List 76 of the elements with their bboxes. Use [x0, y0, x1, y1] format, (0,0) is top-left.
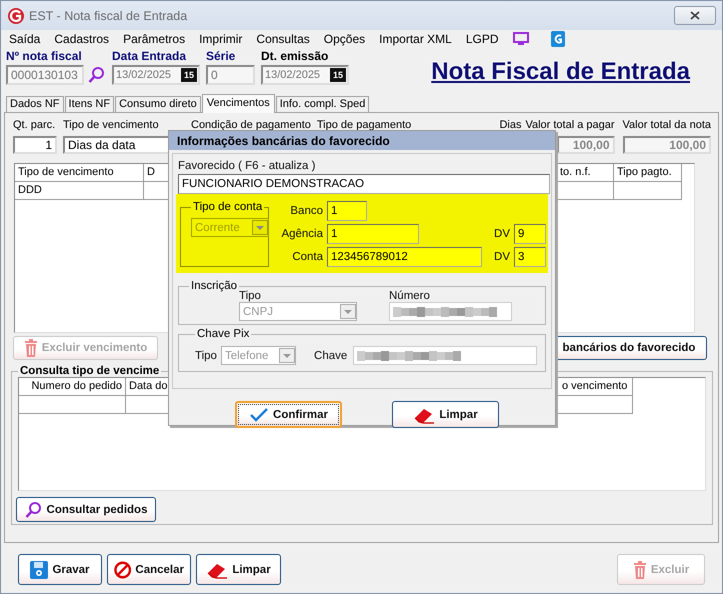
bank-field[interactable]: 1	[327, 201, 367, 221]
due-type-field[interactable]: Dias da data	[63, 136, 171, 154]
menu-item[interactable]: Saída	[9, 32, 40, 46]
clear-button[interactable]: Limpar	[392, 401, 499, 428]
group-title: Tipo de conta	[192, 201, 264, 213]
close-icon	[690, 11, 700, 20]
check-digit-field[interactable]: 9	[514, 224, 546, 244]
field-label: DV	[493, 228, 510, 240]
app-logo-icon	[7, 6, 25, 24]
field-label: Dt. emissão	[261, 49, 330, 63]
trash-icon	[632, 560, 647, 578]
cancel-button[interactable]: Cancelar	[107, 554, 191, 585]
table-cell	[614, 182, 682, 200]
field-label: Banco	[289, 205, 323, 217]
field-label: Agência	[280, 228, 323, 240]
field-label: Qt. parc.	[13, 119, 56, 132]
save-button[interactable]: Gravar	[18, 554, 102, 585]
menu-item[interactable]: Consultas	[256, 32, 310, 46]
tab[interactable]: Vencimentos	[202, 94, 275, 113]
search-orders-button[interactable]: Consultar pedidos	[16, 497, 156, 522]
tab[interactable]: Dados NF	[6, 96, 64, 112]
field-label: DV	[493, 251, 510, 263]
bank-field[interactable]: 123456789012	[327, 247, 482, 267]
dialog-title: Informações bancárias do favorecido	[177, 134, 390, 148]
invoice-number-field[interactable]: 0000130103	[6, 65, 84, 85]
date-field[interactable]: 13/02/2025 15	[261, 65, 349, 85]
field-label: Tipo	[239, 290, 262, 302]
field-label: Tipo de pagamento	[316, 119, 412, 132]
trash-icon	[24, 339, 38, 357]
calendar-icon[interactable]: 15	[181, 68, 197, 82]
window-title: EST - Nota fiscal de Entrada	[29, 8, 188, 22]
field-label: Tipo	[195, 350, 217, 362]
table-cell: DDD	[15, 182, 144, 200]
field-label: Chave	[314, 350, 348, 362]
field-label: Valor total da nota	[622, 119, 711, 132]
field-label: Condição de pagamento	[191, 119, 311, 132]
tab[interactable]: Itens NF	[64, 96, 114, 112]
bank-field[interactable]: 1	[327, 224, 419, 244]
column-header: Tipo de vencimento	[15, 164, 144, 182]
tab[interactable]: Consumo direto	[115, 96, 201, 112]
column-header: Numero do pedido	[19, 378, 126, 396]
group-title: Chave Pix	[196, 328, 250, 340]
date-field[interactable]: 13/02/2025 15	[112, 65, 200, 85]
search-icon[interactable]	[88, 66, 106, 84]
field-label: Tipo de vencimento	[63, 119, 160, 132]
series-field[interactable]: 0	[206, 65, 255, 85]
menu-item[interactable]: Opções	[324, 32, 366, 46]
confirm-button[interactable]: Confirmar	[235, 401, 342, 428]
monitor-icon	[512, 32, 529, 46]
field-label: Número	[389, 290, 431, 302]
group-title: Consulta tipo de vencime	[19, 365, 160, 377]
menu-item[interactable]: Cadastros	[54, 32, 110, 46]
page-heading: Nota Fiscal de Entrada	[431, 58, 690, 86]
menu-item[interactable]: LGPD	[466, 32, 499, 46]
calendar-icon[interactable]: 15	[330, 68, 346, 82]
menu-item[interactable]: Importar XML	[379, 32, 452, 46]
check-icon	[249, 406, 270, 422]
tab[interactable]: Info. compl. Sped	[276, 96, 370, 112]
menu-item[interactable]: Parâmetros	[123, 32, 186, 46]
search-icon	[24, 500, 43, 518]
column-header: Tipo pagto.	[614, 164, 682, 182]
field-label: Conta	[291, 251, 323, 263]
field-label: Série	[206, 49, 236, 63]
field-label: Dias	[499, 119, 522, 132]
menu-item[interactable]: Imprimir	[199, 32, 242, 46]
field-label: Valor total a pagar	[525, 119, 615, 132]
check-digit-field[interactable]: 3	[514, 247, 546, 267]
group-title: Inscrição	[190, 280, 238, 292]
field-label: Nº nota fiscal	[6, 49, 83, 63]
field-label: Data Entrada	[112, 49, 188, 63]
clear-button[interactable]: Limpar	[196, 554, 281, 585]
payee-field[interactable]: FUNCIONARIO DEMONSTRACAO	[178, 174, 550, 194]
app-logo-icon[interactable]	[550, 31, 565, 47]
close-button[interactable]	[674, 6, 716, 25]
installments-field[interactable]: 1	[13, 136, 57, 154]
no-entry-icon	[114, 560, 132, 578]
